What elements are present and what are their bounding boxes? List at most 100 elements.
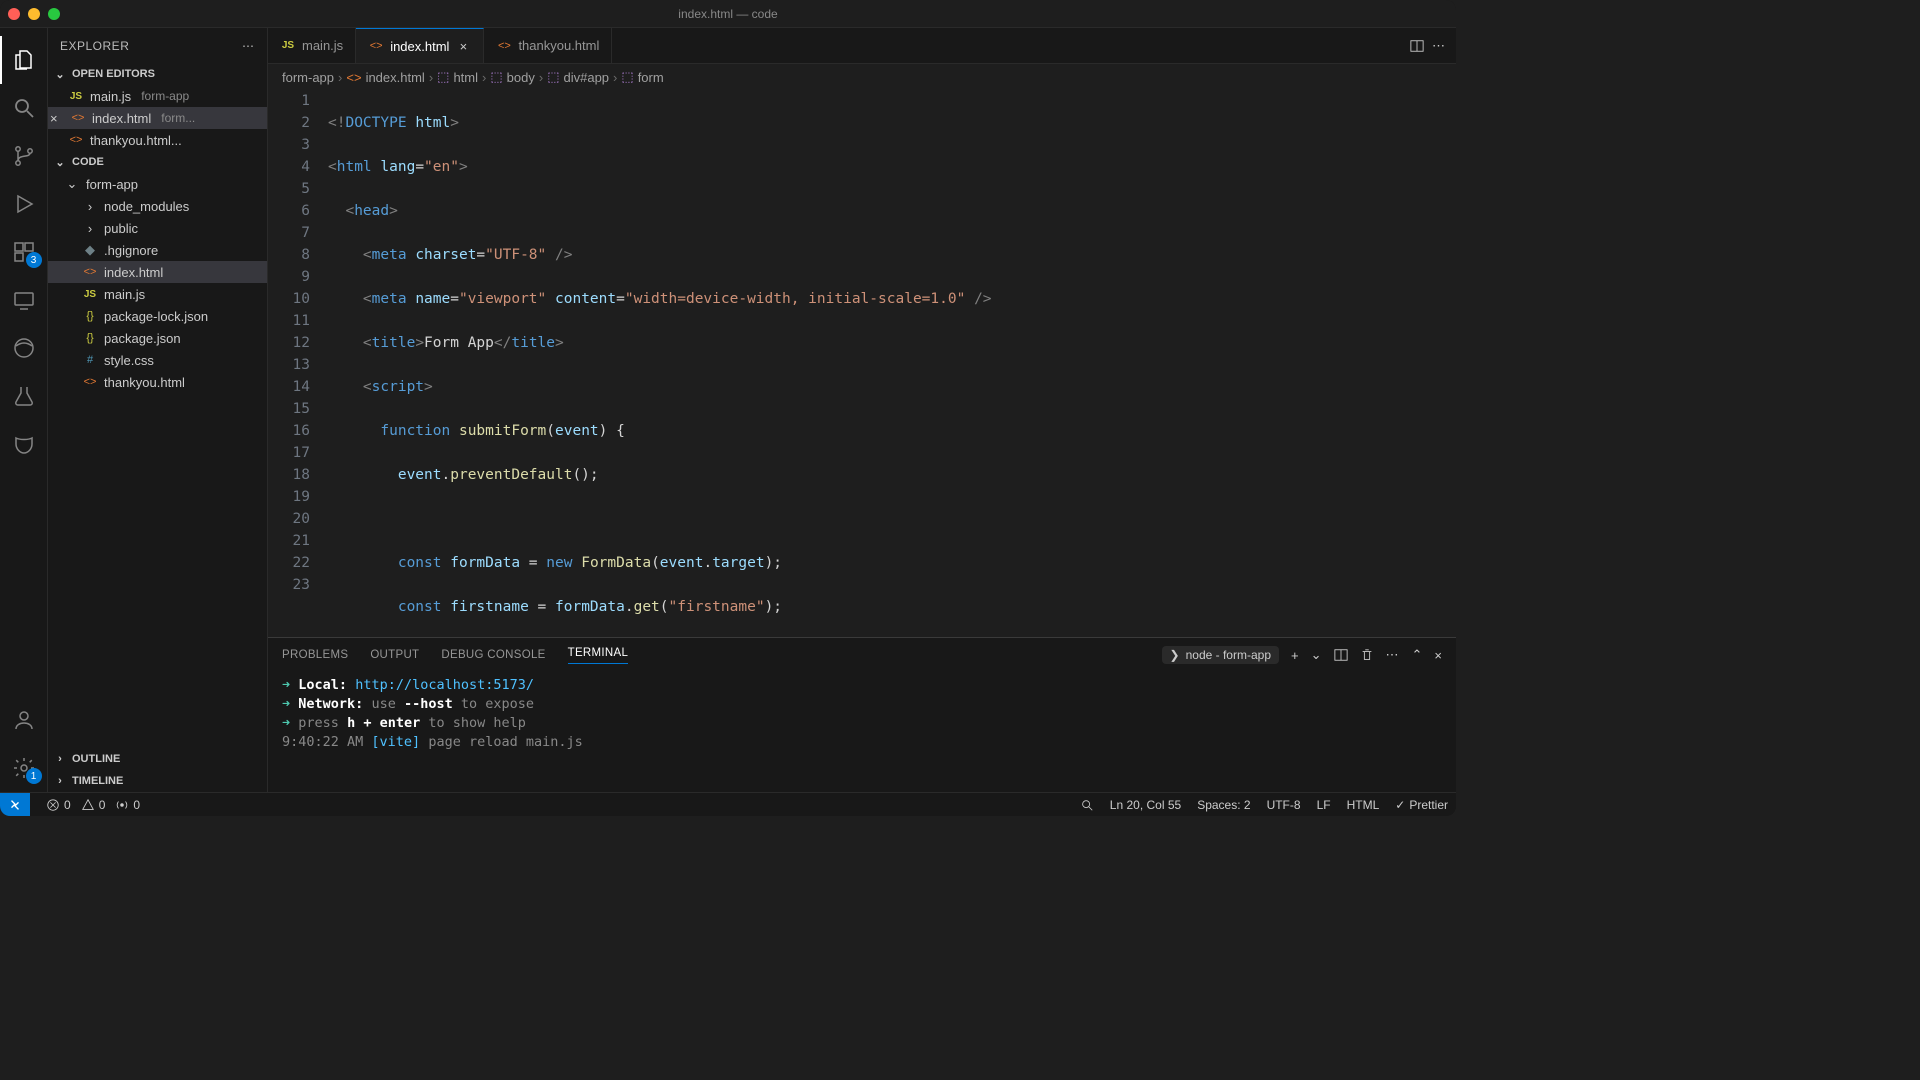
html-icon: <> (68, 132, 84, 148)
split-icon[interactable] (1334, 648, 1348, 662)
activity-test[interactable] (0, 372, 48, 420)
panel-tab-output[interactable]: OUTPUT (370, 649, 419, 661)
file-item[interactable]: #style.css (48, 349, 267, 371)
terminal-selector[interactable]: ❯node - form-app (1162, 646, 1279, 664)
chevron-right-icon: › (82, 198, 98, 214)
window-minimize-button[interactable] (28, 8, 40, 20)
breadcrumb-item[interactable]: body (507, 70, 535, 85)
activity-settings[interactable]: 1 (0, 744, 48, 792)
activity-remote[interactable] (0, 276, 48, 324)
window-close-button[interactable] (8, 8, 20, 20)
outline-header[interactable]: ›OUTLINE (48, 748, 267, 770)
status-zoom[interactable] (1080, 798, 1094, 812)
activity-extensions[interactable]: 3 (0, 228, 48, 276)
tab-thankyou-html[interactable]: <>thankyou.html (484, 28, 612, 63)
status-indentation[interactable]: Spaces: 2 (1197, 798, 1250, 812)
status-errors[interactable]: 0 (46, 798, 71, 812)
tab-main-js[interactable]: JSmain.js (268, 28, 356, 63)
open-editor-item[interactable]: <> thankyou.html... (48, 129, 267, 151)
more-icon[interactable]: ⋯ (1386, 647, 1400, 663)
status-encoding[interactable]: UTF-8 (1267, 798, 1301, 812)
breadcrumb-item[interactable]: div#app (564, 70, 610, 85)
folder-item[interactable]: ›node_modules (48, 195, 267, 217)
status-eol[interactable]: LF (1317, 798, 1331, 812)
explorer-sidebar: EXPLORER ⋯ ⌄ OPEN EDITORS JS main.js for… (48, 28, 268, 792)
folder-item[interactable]: ⌄ form-app (48, 173, 267, 195)
panel-tab-problems[interactable]: PROBLEMS (282, 649, 348, 661)
chevron-right-icon: › (52, 773, 68, 789)
status-prettier[interactable]: ✓ Prettier (1395, 798, 1448, 812)
chevron-down-icon: ⌄ (64, 176, 80, 192)
file-item[interactable]: {}package-lock.json (48, 305, 267, 327)
activity-account[interactable] (0, 696, 48, 744)
js-icon: JS (280, 38, 296, 54)
status-language[interactable]: HTML (1347, 798, 1380, 812)
settings-badge: 1 (26, 768, 42, 784)
file-icon: ◆ (82, 242, 98, 258)
code-editor[interactable]: 1234567891011121314151617181920212223 <!… (268, 90, 1456, 637)
close-icon[interactable]: × (50, 111, 64, 126)
js-icon: JS (82, 286, 98, 302)
mask-icon (12, 432, 36, 456)
chevron-down-icon[interactable]: ⌄ (1311, 647, 1322, 663)
explorer-title: EXPLORER (60, 39, 129, 53)
status-cursor-position[interactable]: Ln 20, Col 55 (1110, 798, 1181, 812)
json-icon: {} (82, 330, 98, 346)
breadcrumb-item[interactable]: html (453, 70, 478, 85)
play-bug-icon (12, 192, 36, 216)
open-editor-item[interactable]: × <> index.html form... (48, 107, 267, 129)
files-icon (12, 48, 36, 72)
breadcrumbs[interactable]: form-app› <> index.html› ⬚ html› ⬚ body›… (268, 64, 1456, 90)
file-item[interactable]: <>index.html (48, 261, 267, 283)
file-item[interactable]: ◆.hgignore (48, 239, 267, 261)
window-maximize-button[interactable] (48, 8, 60, 20)
explorer-more-icon[interactable]: ⋯ (242, 39, 255, 53)
remote-icon (12, 288, 36, 312)
file-item[interactable]: <>thankyou.html (48, 371, 267, 393)
close-panel-icon[interactable]: × (1434, 648, 1442, 663)
status-warnings[interactable]: 0 (81, 798, 106, 812)
breadcrumb-item[interactable]: form-app (282, 70, 334, 85)
new-terminal-icon[interactable]: + (1291, 648, 1299, 663)
activity-explorer[interactable] (0, 36, 48, 84)
editor-tabs: JSmain.js <>index.html× <>thankyou.html … (268, 28, 1456, 64)
branch-icon (12, 144, 36, 168)
code-content[interactable]: <!DOCTYPE html> <html lang="en"> <head> … (328, 90, 1456, 637)
folder-item[interactable]: ›public (48, 217, 267, 239)
timeline-header[interactable]: ›TIMELINE (48, 770, 267, 792)
line-numbers: 1234567891011121314151617181920212223 (268, 90, 328, 637)
maximize-panel-icon[interactable]: ⌃ (1412, 647, 1423, 663)
js-icon: JS (68, 88, 84, 104)
activity-run-debug[interactable] (0, 180, 48, 228)
chevron-right-icon: › (52, 751, 68, 767)
remote-indicator[interactable] (0, 793, 30, 817)
titlebar: index.html — code (0, 0, 1456, 28)
terminal-output[interactable]: ➜ Local: http://localhost:5173/ ➜ Networ… (268, 672, 1456, 792)
chevron-down-icon: ⌄ (52, 154, 68, 170)
workspace-header[interactable]: ⌄ CODE (48, 151, 267, 173)
breadcrumb-item[interactable]: index.html (366, 70, 425, 85)
open-editor-item[interactable]: JS main.js form-app (48, 85, 267, 107)
activity-source-control[interactable] (0, 132, 48, 180)
breadcrumb-item[interactable]: form (638, 70, 664, 85)
html-icon: <> (496, 38, 512, 54)
split-editor-icon[interactable] (1410, 39, 1424, 53)
window-title: index.html — code (678, 7, 777, 21)
file-item[interactable]: JSmain.js (48, 283, 267, 305)
zoom-icon (1080, 798, 1094, 812)
extensions-badge: 3 (26, 252, 42, 268)
open-editors-header[interactable]: ⌄ OPEN EDITORS (48, 63, 267, 85)
file-item[interactable]: {}package.json (48, 327, 267, 349)
close-icon[interactable]: × (455, 38, 471, 54)
status-ports[interactable]: 0 (115, 798, 140, 812)
activity-playwright[interactable] (0, 420, 48, 468)
json-icon: {} (82, 308, 98, 324)
tab-index-html[interactable]: <>index.html× (356, 28, 484, 63)
terminal-icon: ❯ (1170, 648, 1180, 662)
panel-tab-debug-console[interactable]: DEBUG CONSOLE (441, 649, 545, 661)
activity-search[interactable] (0, 84, 48, 132)
more-actions-icon[interactable]: ⋯ (1432, 38, 1446, 54)
activity-edge[interactable] (0, 324, 48, 372)
trash-icon[interactable] (1360, 648, 1374, 662)
panel-tab-terminal[interactable]: TERMINAL (568, 647, 629, 664)
